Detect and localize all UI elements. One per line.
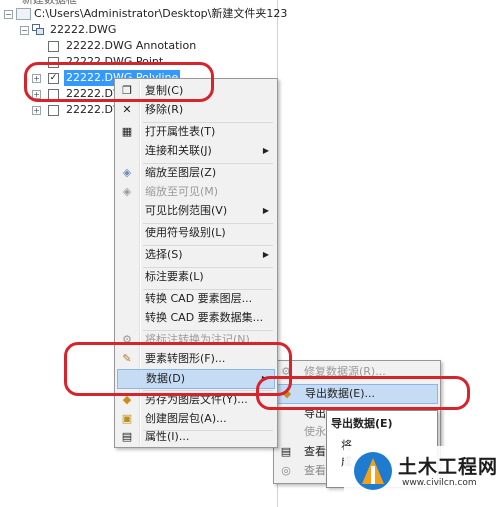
metadata-icon: ◎	[281, 464, 291, 477]
annotation-highlight-export	[256, 376, 470, 410]
menu-item-selection[interactable]: 选择(S) ▶	[117, 246, 275, 264]
submenu-arrow-icon: ▶	[262, 146, 269, 155]
layer-package-icon: ▣	[121, 412, 133, 425]
menu-item-convert-cad-dataset[interactable]: 转换 CAD 要素数据集...	[117, 309, 275, 327]
submenu-arrow-icon: ▶	[262, 250, 269, 259]
expand-icon[interactable]: +	[32, 106, 41, 115]
layer-visibility-checkbox[interactable]	[48, 41, 59, 52]
collapse-icon[interactable]: −	[20, 26, 29, 35]
watermark-text: 土木工程网	[398, 456, 499, 478]
annotation-highlight-layer	[24, 62, 214, 102]
menu-item-joins-relates[interactable]: 连接和关联(J) ▶	[117, 142, 275, 160]
menu-item-zoom-to-layer[interactable]: ◈ 缩放至图层(Z)	[117, 164, 275, 182]
menu-item-use-symbol-levels[interactable]: 使用符号级别(L)	[117, 224, 275, 242]
folder-connection-icon	[16, 8, 31, 20]
menu-item-open-attribute-table[interactable]: ▦ 打开属性表(T)	[117, 123, 275, 141]
cad-dataset-icon	[32, 24, 44, 35]
civilcn-logo-icon	[354, 452, 392, 490]
collapse-icon[interactable]: −	[4, 10, 13, 19]
remove-x-icon: ✕	[122, 103, 132, 116]
menu-item-properties[interactable]: ▤ 属性(I)...	[117, 428, 275, 446]
layer-name: 22222.DWG Annotation	[66, 39, 197, 52]
document-icon: ▤	[280, 445, 292, 458]
properties-icon: ▤	[121, 430, 133, 443]
layer-visibility-checkbox[interactable]	[48, 105, 59, 116]
submenu-arrow-icon: ▶	[262, 206, 269, 215]
menu-item-convert-cad-layer[interactable]: 转换 CAD 要素图层...	[117, 290, 275, 308]
menu-item-label-features[interactable]: 标注要素(L)	[117, 268, 275, 286]
table-icon: ▦	[121, 125, 133, 138]
tooltip-title: 导出数据(E)	[331, 417, 393, 430]
watermark-url: www.civilcn.com	[402, 478, 477, 488]
folder-path: C:\Users\Administrator\Desktop\新建文件夹123	[34, 7, 288, 20]
dataset-name: 22222.DWG	[50, 23, 117, 36]
menu-item-create-layer-package[interactable]: ▣ 创建图层包(A)...	[117, 410, 275, 428]
zoom-visible-icon: ◈	[122, 185, 132, 198]
zoom-layer-icon: ◈	[122, 166, 132, 179]
menu-item-remove[interactable]: ✕ 移除(R)	[117, 101, 275, 119]
menu-item-zoom-to-visible: ◈ 缩放至可见(M)	[117, 183, 275, 201]
watermark: 土木工程网 www.civilcn.com	[344, 446, 498, 504]
menu-item-visible-scale-range[interactable]: 可见比例范围(V) ▶	[117, 202, 275, 220]
